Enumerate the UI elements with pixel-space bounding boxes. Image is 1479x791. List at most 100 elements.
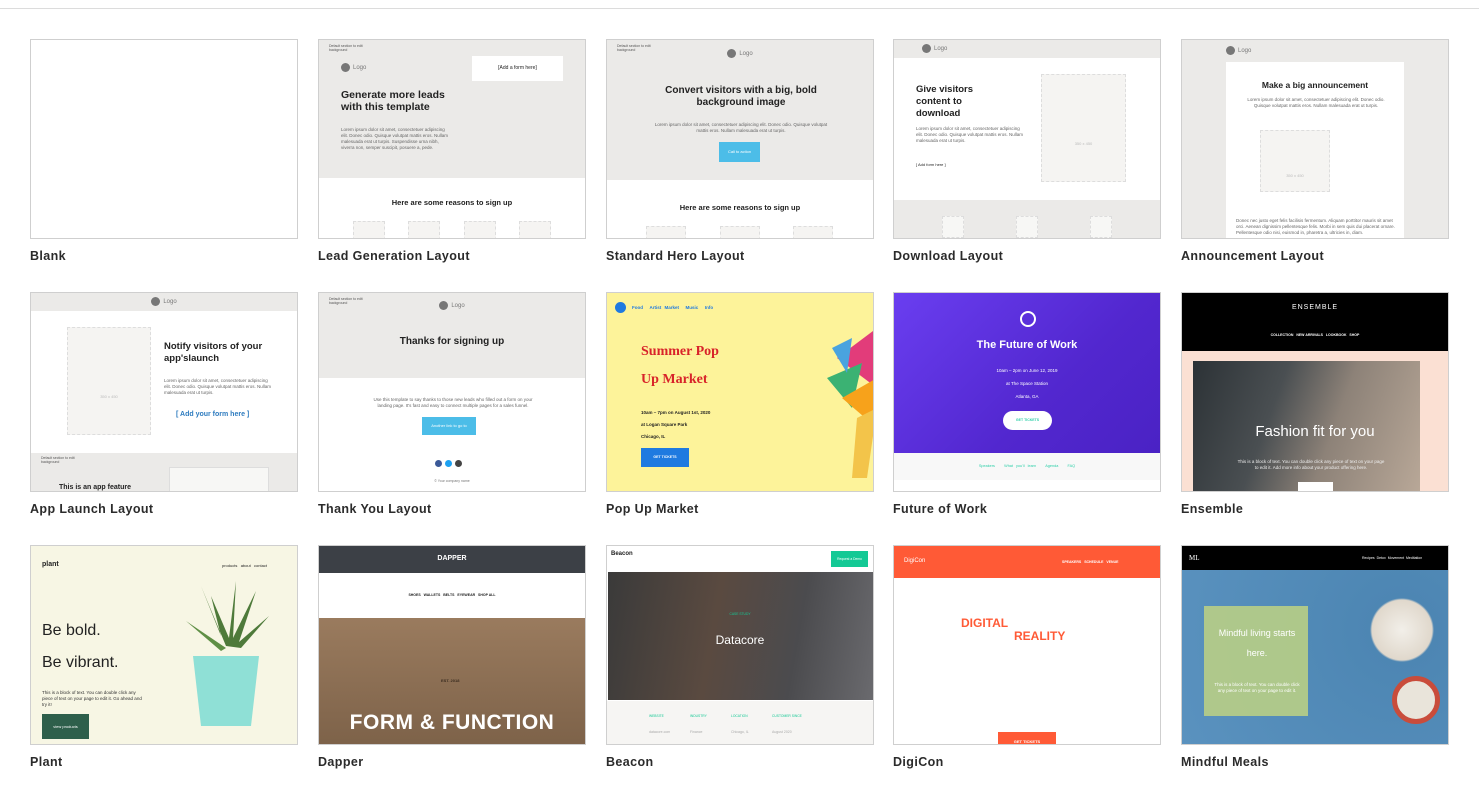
nav-item: What you'll learn	[1004, 464, 1037, 468]
template-card-blank[interactable]: Blank	[30, 39, 298, 263]
detail-key: INDUSTRY	[690, 714, 707, 718]
template-thumbnail[interactable]: Logo Make a big announcement Lorem ipsum…	[1181, 39, 1449, 239]
template-name: Download Layout	[893, 249, 1004, 263]
nav-item: NEW ARRIVALS	[1296, 333, 1323, 337]
template-card-thank-you[interactable]: Default section to edit background Logo …	[318, 292, 586, 516]
template-card-plant[interactable]: plant products about contact Be bold. Be…	[30, 545, 298, 769]
template-card-dapper[interactable]: DAPPER SHOES WALLETS BELTS EYEWEAR SHOP …	[318, 545, 586, 769]
footer-text: © Your company name	[434, 479, 470, 483]
headline: Fashion fit for you	[1255, 423, 1375, 440]
headline: Notify visitors of your app'slaunch	[164, 341, 263, 364]
image-placeholder: 350 x 450	[1041, 74, 1126, 182]
section-hint: Default section to edit background	[329, 44, 363, 52]
template-thumbnail[interactable]: ENSEMBLE COLLECTION NEW ARRIVALS LOOKBOO…	[1181, 292, 1449, 492]
template-thumbnail[interactable]: DAPPER SHOES WALLETS BELTS EYEWEAR SHOP …	[318, 545, 586, 745]
body-text: Lorem ipsum dolor sit amet, consectetuer…	[916, 126, 1024, 143]
template-card-future-of-work[interactable]: The Future of Work 10am – 2pm on June 12…	[893, 292, 1161, 516]
template-thumbnail[interactable]	[30, 39, 298, 239]
section-title: Here are some reasons to sign up	[391, 198, 513, 207]
headline-line-2: Be vibrant.	[42, 654, 119, 671]
form-placeholder: [ Add your form here ]	[176, 411, 250, 418]
event-venue: at The Space Station	[1006, 381, 1048, 386]
template-thumbnail[interactable]: The Future of Work 10am – 2pm on June 12…	[893, 292, 1161, 492]
template-name: Lead Generation Layout	[318, 249, 470, 263]
nav-item: Recipes	[1362, 556, 1375, 560]
template-card-mindful-meals[interactable]: ML Recipes Detox Movement Meditation Min…	[1181, 545, 1449, 769]
template-name: Plant	[30, 755, 63, 769]
nav: COLLECTION NEW ARRIVALS LOOKBOOK SHOP	[1182, 333, 1448, 337]
template-thumbnail[interactable]: DigiCon SPEAKERS SCHEDULE VENUE DIGITAL …	[893, 545, 1161, 745]
nav-item: SHOES	[408, 593, 421, 597]
headline: Convert visitors with a big, bold backgr…	[665, 85, 817, 108]
template-name: Announcement Layout	[1181, 249, 1325, 263]
template-thumbnail[interactable]: Beacon Request a Demo CASE STUDY Datacor…	[606, 545, 874, 745]
nav: SPEAKERS SCHEDULE VENUE	[1062, 560, 1118, 564]
nav-item: BELTS	[443, 593, 455, 597]
template-card-download[interactable]: Logo Give visitors content to download L…	[893, 39, 1161, 263]
image-placeholder	[720, 226, 760, 238]
image-placeholder: 350 x 450	[1260, 130, 1330, 192]
template-name: Mindful Meals	[1181, 755, 1269, 769]
headline: The Future of Work	[976, 339, 1078, 351]
nav-item: SHOP ALL	[478, 593, 496, 597]
body-text: This is a block of text. You can double …	[42, 690, 142, 707]
template-name: Future of Work	[893, 502, 988, 516]
image-placeholder: 350 x 450	[67, 327, 151, 435]
headline: Mindful living starts here.	[1218, 628, 1296, 658]
brand: ML	[1189, 554, 1200, 562]
body-text: Lorem ipsum dolor sit amet, consectetuer…	[341, 127, 449, 150]
template-card-lead-generation[interactable]: Default section to edit background Logo …	[318, 39, 586, 263]
nav-item: Meditation	[1406, 556, 1423, 560]
logo: Logo	[341, 63, 366, 72]
logo: Logo	[607, 49, 873, 58]
nav: Speakers What you'll learn Agenda FAQ	[894, 464, 1160, 468]
template-thumbnail[interactable]: Logo Give visitors content to download L…	[893, 39, 1161, 239]
template-card-pop-up-market[interactable]: Food Artist Market Music Info Summer Pop…	[606, 292, 874, 516]
template-name: Ensemble	[1181, 502, 1244, 516]
section-hint: Default section to edit background	[41, 456, 75, 464]
headline: Thanks for signing up	[399, 336, 505, 347]
event-date: 10am – 2pm on June 12, 2019	[996, 368, 1058, 373]
image-placeholder	[646, 226, 686, 238]
logo-icon	[1020, 311, 1036, 327]
template-thumbnail[interactable]: Food Artist Market Music Info Summer Pop…	[606, 292, 874, 492]
template-thumbnail[interactable]: Logo 350 x 450 Notify visitors of your a…	[30, 292, 298, 492]
template-thumbnail[interactable]: plant products about contact Be bold. Be…	[30, 545, 298, 745]
detail-value: datacore.com	[649, 730, 671, 734]
event-date: 10am – 7pm on August 1st, 2020	[641, 410, 711, 415]
body-text: Donec nec justo eget felis facilisis fer…	[1236, 218, 1395, 235]
image-placeholder	[942, 216, 964, 238]
template-card-digicon[interactable]: DigiCon SPEAKERS SCHEDULE VENUE DIGITAL …	[893, 545, 1161, 769]
headline-line-1: Be bold.	[42, 622, 101, 639]
body-text: Lorem ipsum dolor sit amet, consectetuer…	[164, 378, 272, 395]
image-placeholder	[464, 221, 496, 238]
image-placeholder	[169, 467, 269, 491]
template-thumbnail[interactable]: Default section to edit background Logo …	[318, 39, 586, 239]
template-card-announcement[interactable]: Logo Make a big announcement Lorem ipsum…	[1181, 39, 1449, 263]
cta-button: Call to action	[719, 142, 760, 162]
template-thumbnail[interactable]: ML Recipes Detox Movement Meditation Min…	[1181, 545, 1449, 745]
nav-item: contact	[254, 563, 267, 568]
headline-line-1: DIGITAL	[961, 616, 1009, 630]
paper-flower-image	[827, 331, 873, 478]
template-name: Blank	[30, 249, 67, 263]
headline: Generate more leads with this template	[341, 89, 445, 113]
request-demo-button: Request a Demo	[831, 551, 868, 567]
nav-item: EYEWEAR	[457, 593, 476, 597]
template-thumbnail[interactable]: Default section to edit background Logo …	[606, 39, 874, 239]
nav: products about contact	[222, 563, 267, 568]
body-text: Lorem ipsum dolor sit amet, consectetuer…	[654, 122, 828, 133]
feature-title: This is an app feature	[59, 484, 131, 491]
template-card-standard-hero[interactable]: Default section to edit background Logo …	[606, 39, 874, 263]
form-placeholder: [Add a form here]	[472, 56, 563, 81]
template-card-ensemble[interactable]: ENSEMBLE COLLECTION NEW ARRIVALS LOOKBOO…	[1181, 292, 1449, 516]
headline: Make a big announcement	[1261, 80, 1369, 90]
logo: Logo	[319, 301, 585, 310]
template-card-beacon[interactable]: Beacon Request a Demo CASE STUDY Datacor…	[606, 545, 874, 769]
template-thumbnail[interactable]: Default section to edit background Logo …	[318, 292, 586, 492]
detail-value: Chicago, IL	[731, 730, 749, 734]
headline: FORM & FUNCTION	[349, 711, 555, 734]
detail-key: WEBSITE	[649, 714, 664, 718]
template-card-app-launch[interactable]: Logo 350 x 450 Notify visitors of your a…	[30, 292, 298, 516]
nav-item: Detox	[1376, 556, 1386, 560]
